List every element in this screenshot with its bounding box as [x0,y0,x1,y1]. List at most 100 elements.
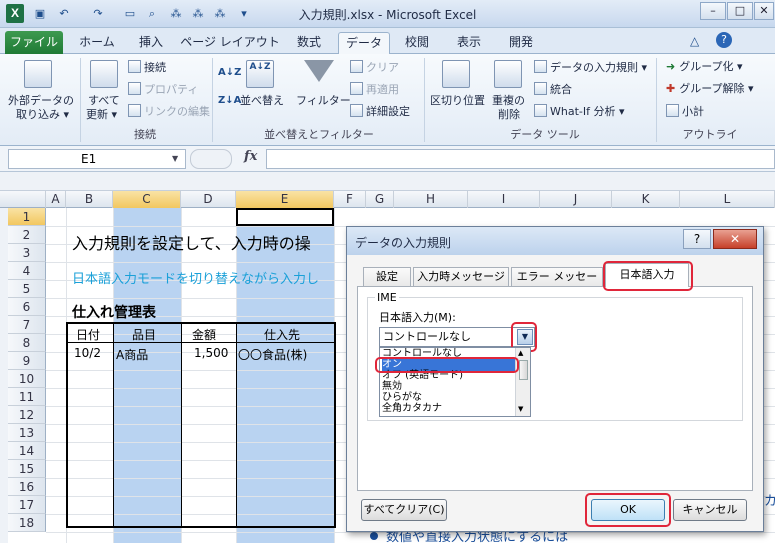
column-header-f[interactable]: F [334,191,366,208]
row-header[interactable]: 18 [8,514,46,532]
column-header-c[interactable]: C [113,191,181,208]
maximize-button[interactable]: □ [727,2,753,20]
table-header-supplier: 仕入先 [264,328,301,342]
ime-option[interactable]: 全角カタカナ [382,403,516,415]
row-header[interactable]: 9 [8,352,46,370]
table-cell-date[interactable]: 10/2 [74,346,101,360]
sort-asc-button[interactable]: A↓Z [218,66,241,80]
whatif-icon [534,104,547,117]
reapply-button: 再適用 [350,82,399,97]
remove-duplicates-label-2[interactable]: 削除 [498,108,520,122]
connections-label: 接続 [144,61,166,74]
connections-button[interactable]: 接続 [128,60,166,75]
highlight-ime-tab [603,261,693,291]
row-header[interactable]: 12 [8,406,46,424]
group-icon: ➜ [666,60,676,73]
tab-input-message[interactable]: 入力時メッセージ [413,267,509,286]
external-data-icon [24,60,52,88]
close-button[interactable]: ✕ [754,2,774,20]
column-header-g[interactable]: G [366,191,394,208]
tab-home[interactable]: ホーム [72,32,122,54]
table-cell-supplier[interactable]: 〇〇食品(株) [238,346,307,363]
active-cell[interactable] [236,208,334,226]
data-validation-button[interactable]: データの入力規則 ▾ [534,60,647,75]
filter-button[interactable]: フィルター [296,94,351,108]
tab-data[interactable]: データ [338,32,390,54]
tab-error-message[interactable]: エラー メッセージ [511,267,603,300]
scroll-up-icon[interactable]: ▲ [518,349,523,357]
text-to-columns-button[interactable]: 区切り位置 [430,94,485,108]
external-data-dropdown-label[interactable]: 取り込み ▾ [16,108,69,122]
column-header-h[interactable]: H [394,191,468,208]
row-header[interactable]: 5 [8,280,46,298]
row-header[interactable]: 7 [8,316,46,334]
edit-links-button: リンクの編集 [128,104,210,119]
row-header[interactable]: 16 [8,478,46,496]
sort-button[interactable]: 並べ替え [240,94,284,108]
select-all-corner[interactable] [8,191,46,208]
help-icon[interactable]: ? [716,32,732,48]
tab-review[interactable]: 校閲 [394,32,440,54]
clear-all-button[interactable]: すべてクリア(C) [361,499,447,521]
refresh-all-dropdown-label[interactable]: 更新 ▾ [86,108,117,122]
formula-input[interactable] [266,149,775,169]
column-header-a[interactable]: A [46,191,66,208]
tab-formulas[interactable]: 数式 [284,32,334,54]
advanced-filter-label: 詳細設定 [366,105,410,118]
column-header-j[interactable]: J [540,191,612,208]
external-data-button[interactable]: 外部データの [8,94,74,108]
ribbon-minimize-icon[interactable]: △ [690,34,699,48]
subtotal-button[interactable]: 小計 [666,104,704,119]
tab-file[interactable]: ファイル [5,31,63,54]
row-header[interactable]: 3 [8,244,46,262]
edit-links-label: リンクの編集 [144,105,210,118]
row-header[interactable]: 17 [8,496,46,514]
cancel-button[interactable]: キャンセル [673,499,747,521]
name-box[interactable]: E1 [8,149,186,169]
row-header[interactable]: 15 [8,460,46,478]
row-header[interactable]: 2 [8,226,46,244]
row-header[interactable]: 14 [8,442,46,460]
name-box-dropdown-icon[interactable]: ▼ [172,154,178,163]
scroll-down-icon[interactable]: ▼ [518,405,523,413]
group-button[interactable]: ➜ グループ化 ▾ [666,60,743,74]
advanced-filter-button[interactable]: 詳細設定 [350,104,410,119]
sort-icon: A↓Z [246,60,274,88]
refresh-all-button[interactable]: すべて [88,94,120,108]
title-bar: X ▣ ↶ ↷ ▭ ⌕ ⁂ ⁂ ⁂ ▾ 入力規則.xlsx - Microsof… [0,0,775,28]
row-header[interactable]: 6 [8,298,46,316]
tab-insert[interactable]: 挿入 [126,32,176,54]
column-header-d[interactable]: D [181,191,236,208]
dialog-help-button[interactable]: ? [683,229,711,249]
column-header-b[interactable]: B [66,191,113,208]
tab-view[interactable]: 表示 [446,32,492,54]
row-header[interactable]: 8 [8,334,46,352]
consolidate-button[interactable]: 統合 [534,82,572,97]
minimize-button[interactable]: – [700,2,726,20]
column-header-i[interactable]: I [468,191,540,208]
scroll-thumb[interactable] [519,360,528,380]
table-cell-amount[interactable]: 1,500 [194,346,228,360]
dialog-close-button[interactable]: ✕ [713,229,757,249]
tab-developer[interactable]: 開発 [498,32,544,54]
insert-function-icon[interactable]: fx [244,149,257,164]
sort-desc-button[interactable]: Z↓A [218,94,241,108]
row-header[interactable]: 10 [8,370,46,388]
tab-settings[interactable]: 設定 [363,267,411,286]
column-header-l[interactable]: L [680,191,775,208]
row-header[interactable]: 1 [8,208,46,226]
table-header-amount: 金額 [192,328,217,342]
row-header[interactable]: 11 [8,388,46,406]
row-header[interactable]: 4 [8,262,46,280]
ungroup-button[interactable]: ✚ グループ解除 ▾ [666,82,754,96]
column-headers: A B C D E F G H I J K L [0,190,775,208]
ribbon-tabs: ファイル ホーム 挿入 ページ レイアウト 数式 データ 校閲 表示 開発 △ … [0,28,775,54]
column-header-k[interactable]: K [612,191,680,208]
row-header[interactable]: 13 [8,424,46,442]
remove-duplicates-button[interactable]: 重複の [492,94,525,108]
tab-page-layout[interactable]: ページ レイアウト [180,32,280,54]
group-label-connections: 接続 [134,128,156,141]
column-header-e[interactable]: E [236,191,334,208]
table-cell-item[interactable]: A商品 [116,346,148,363]
whatif-button[interactable]: What-If 分析 ▾ [534,104,625,119]
